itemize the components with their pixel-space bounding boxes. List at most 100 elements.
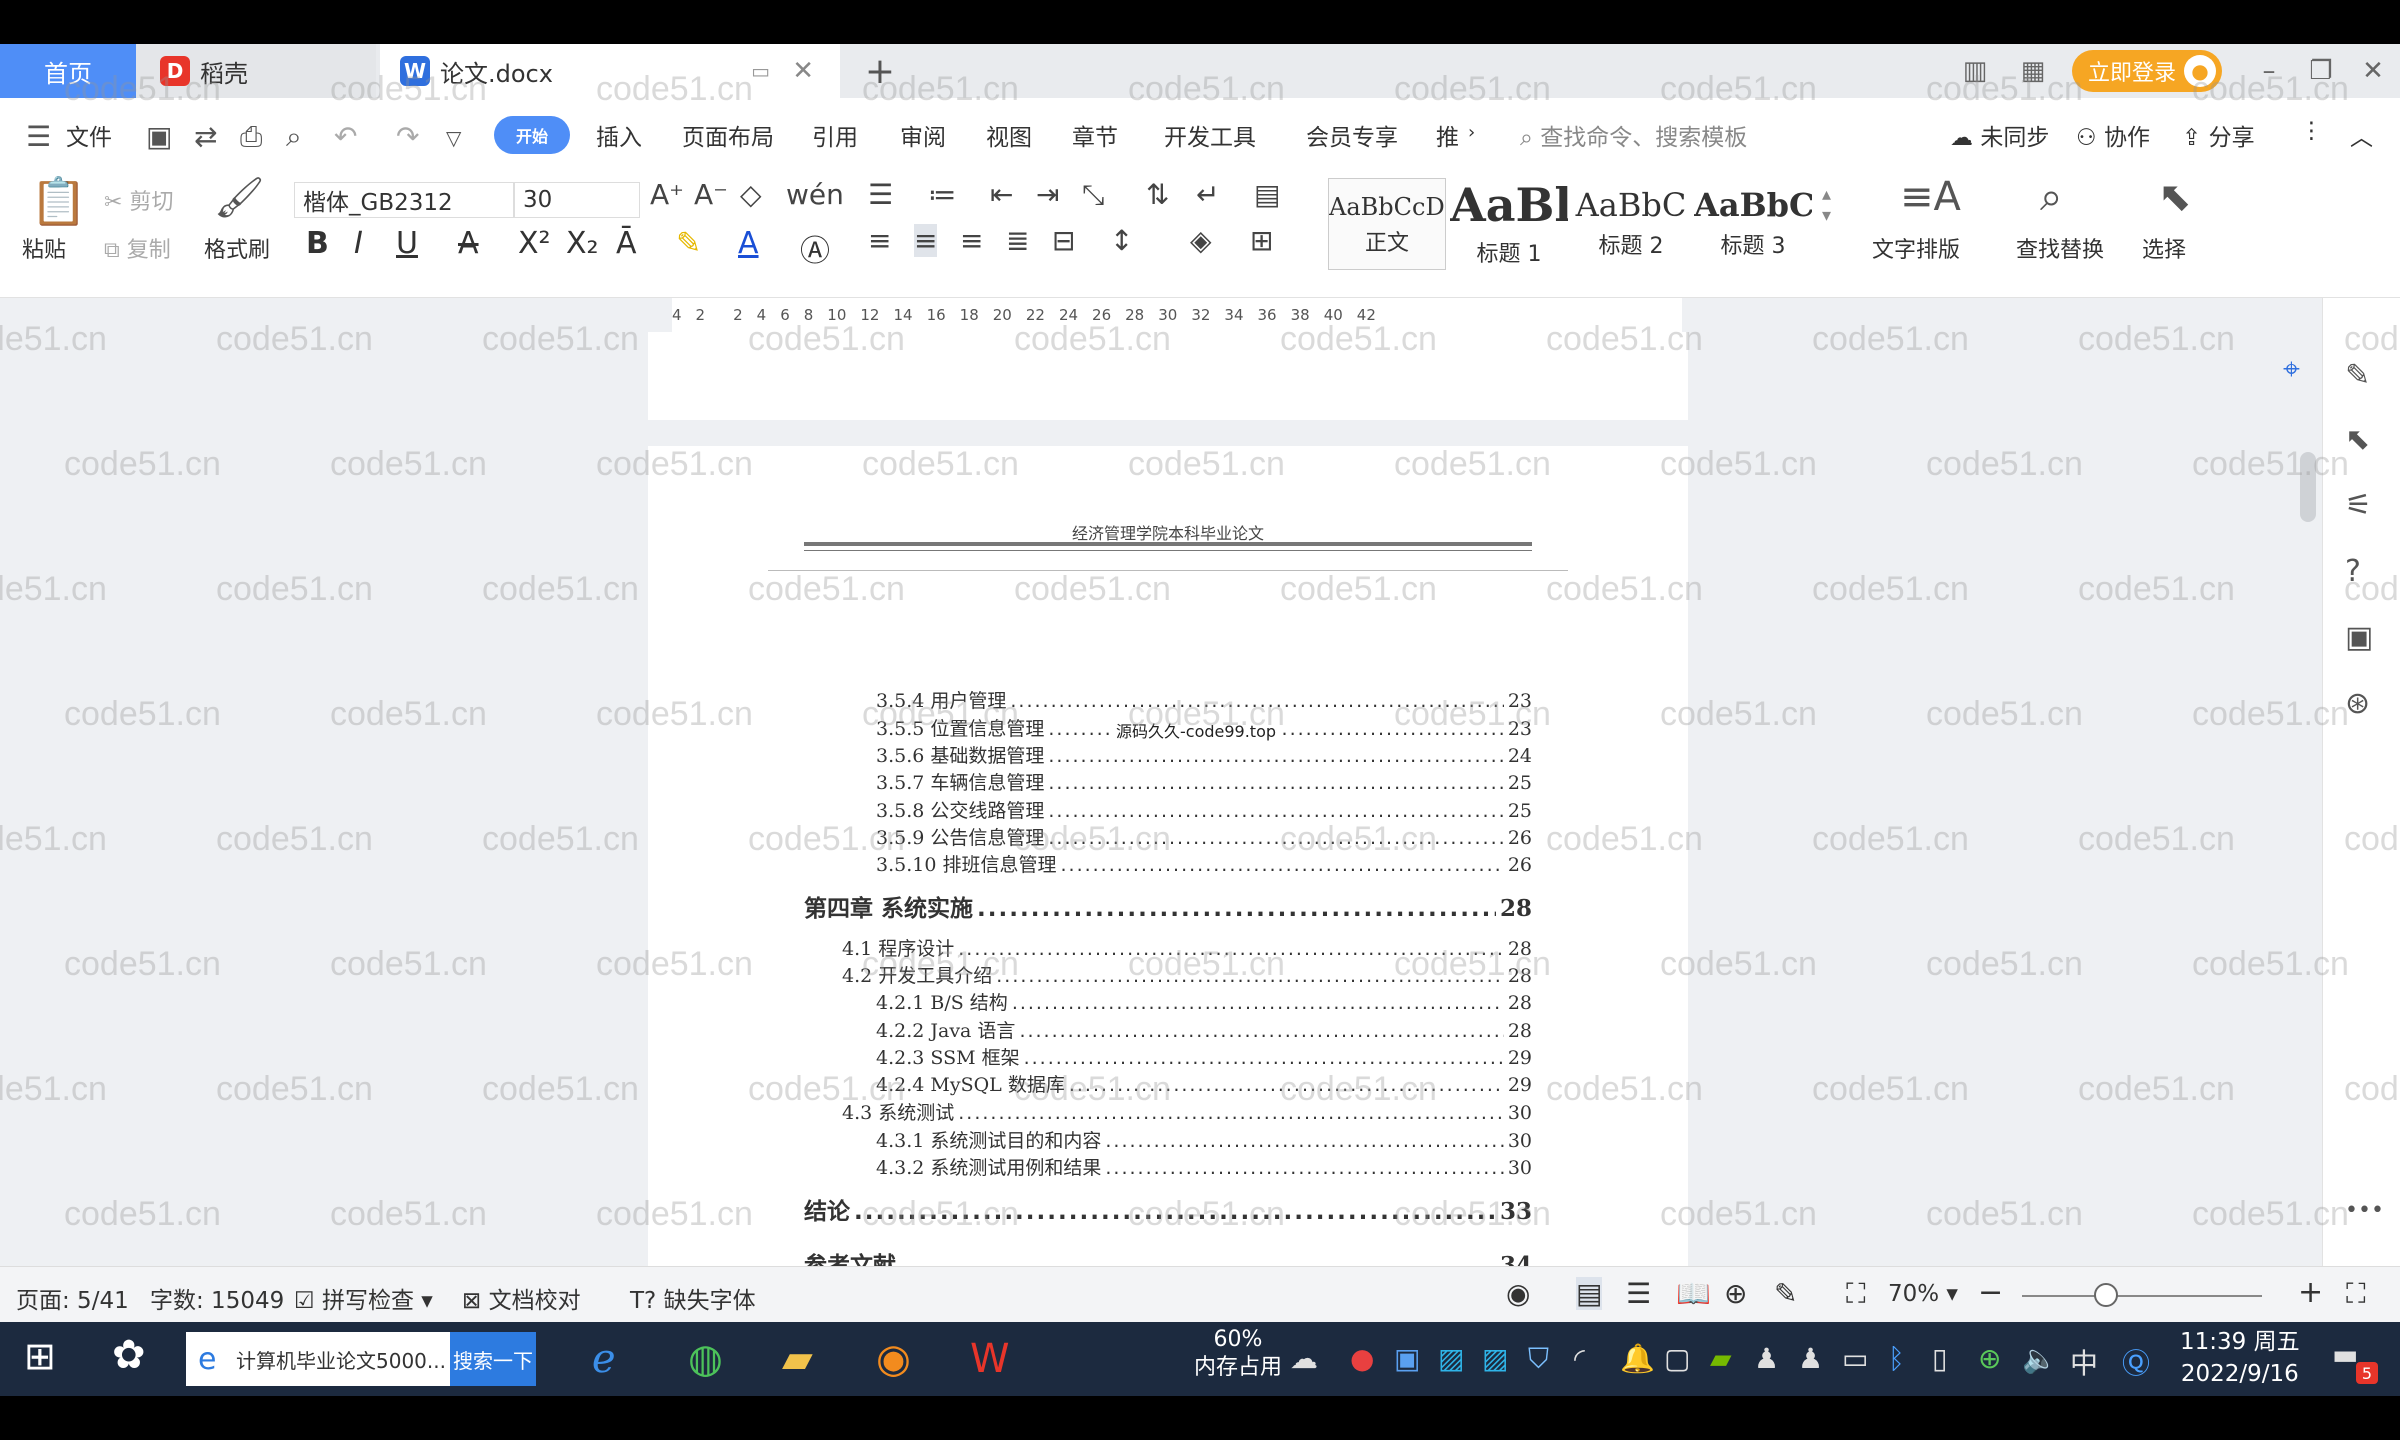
select-cursor-icon[interactable]: ⬉ (2158, 174, 2192, 220)
toc-entry[interactable]: 参考文献 34 (804, 1246, 1532, 1266)
toc-entry[interactable]: 4.2.4 MySQL 数据库 29 (876, 1070, 1532, 1097)
export-icon[interactable]: ⇄ (194, 120, 217, 153)
location-pin-icon[interactable]: ⌖ (2283, 352, 2300, 387)
close-window-icon[interactable]: ✕ (2348, 44, 2398, 98)
style-normal[interactable]: AaBbCcDd 正文 (1328, 178, 1446, 270)
redo-icon[interactable]: ↷ (396, 120, 419, 153)
scroll-thumb[interactable] (2300, 452, 2316, 522)
customize-toolbar-icon[interactable]: ▽ (446, 126, 461, 150)
tab-home[interactable]: 首页 (0, 44, 136, 98)
web-view-icon[interactable]: ⊕ (1724, 1277, 1747, 1310)
show-marks-icon[interactable]: ↵ (1196, 178, 1219, 211)
compass-icon[interactable]: ⊛ (2345, 686, 2370, 721)
format-painter-button[interactable]: 格式刷 (204, 232, 270, 264)
highlight-icon[interactable]: ✎ (676, 226, 701, 261)
zoom-out-icon[interactable]: − (1978, 1275, 2003, 1310)
toc-entry[interactable]: 4.2.3 SSM 框架 29 (876, 1043, 1532, 1070)
line-spacing-icon[interactable]: ↕ (1110, 224, 1133, 257)
numbered-list-icon[interactable]: ≔ (928, 178, 956, 211)
toc-entry[interactable]: 3.5.8 公交线路管理 25 (876, 796, 1532, 823)
window-float-icon[interactable]: ▭ (751, 59, 770, 83)
taskbar-search[interactable]: e 计算机毕业论文5000... 搜索一下 (186, 1332, 536, 1386)
image-icon[interactable]: ▣ (2345, 620, 2373, 655)
layout-icon[interactable]: ▥ (1950, 44, 2000, 98)
text-layout-icon[interactable]: ≡A (1900, 174, 1961, 220)
outline-view-icon[interactable]: ☰ (1626, 1277, 1651, 1310)
text-effect-icon[interactable]: Ā (616, 226, 637, 261)
menu-member[interactable]: 会员专享 (1306, 118, 1398, 152)
zoom-slider-handle[interactable] (2094, 1283, 2118, 1307)
strikethrough-icon[interactable]: A (458, 226, 479, 261)
paste-icon[interactable]: 📋 (30, 174, 87, 229)
align-center-icon[interactable]: ≡ (914, 224, 938, 257)
menu-references[interactable]: 引用 (812, 118, 858, 152)
style-heading-2[interactable]: AaBbC 标题 2 (1572, 178, 1690, 270)
borders-icon[interactable]: ⊞ (1250, 224, 1273, 257)
pen-icon[interactable]: ✎ (2345, 358, 2370, 393)
ie-browser-icon[interactable]: ℯ (592, 1336, 616, 1382)
align-left-icon[interactable]: ≡ (868, 224, 891, 257)
toc-entry[interactable]: 3.5.4 用户管理 23 (876, 686, 1532, 713)
paste-button[interactable]: 粘贴 (22, 232, 66, 264)
restore-icon[interactable]: ❐ (2296, 44, 2346, 98)
toc-entry[interactable]: 3.5.6 基础数据管理 24 (876, 741, 1532, 768)
tray-app-red-icon[interactable]: ● (1350, 1342, 1374, 1375)
tray-shield-icon[interactable]: ⛉ (1528, 1342, 1549, 1376)
nvidia-icon[interactable]: ▰ (1710, 1342, 1732, 1375)
settings-sliders-icon[interactable]: ⚟ (2345, 488, 2372, 523)
clock[interactable]: 11:39 周五 2022/9/16 (2180, 1326, 2300, 1390)
font-name-select[interactable]: 楷体_GB2312 (294, 182, 514, 218)
print-icon[interactable]: ⎙ (240, 120, 262, 154)
toc-entry[interactable]: 4.3 系统测试 30 (842, 1098, 1532, 1125)
tray-app-blue-icon[interactable]: ▣ (1394, 1342, 1420, 1375)
tab-document[interactable]: W 论文.docx ▭ ✕ (380, 44, 840, 98)
cursor-icon[interactable]: ⬉ (2345, 422, 2370, 457)
wifi-icon[interactable]: ◜ (1574, 1342, 1585, 1375)
windows-start-icon[interactable]: ⊞ (24, 1334, 56, 1378)
volume-icon[interactable]: 🔈 (2022, 1342, 2057, 1375)
bluetooth-icon[interactable]: ᛒ (1888, 1342, 1905, 1375)
app-launcher-icon[interactable]: ✿ (112, 1332, 146, 1378)
vertical-scrollbar[interactable] (2296, 332, 2322, 1266)
qq-icon[interactable]: ♟ (1754, 1342, 1779, 1375)
grow-font-icon[interactable]: A⁺ (650, 178, 684, 211)
save-icon[interactable]: ▣ (146, 120, 172, 153)
bullet-list-icon[interactable]: ☰ (868, 178, 893, 211)
zoom-select[interactable]: 70% ▾ (1888, 1281, 1958, 1307)
proofread-button[interactable]: ⊠ 文档校对 (462, 1281, 581, 1315)
toc-entry[interactable]: 3.5.9 公告信息管理 26 (876, 823, 1532, 850)
char-border-icon[interactable]: Ⓐ (800, 226, 830, 270)
menu-more[interactable]: 推 (1436, 118, 1459, 152)
document-page[interactable]: 经济管理学院本科毕业论文 3.5.4 用户管理233.5.5 位置信息管理233… (648, 446, 1688, 1266)
font-size-select[interactable]: 30 (514, 182, 640, 218)
menu-review[interactable]: 审阅 (900, 118, 946, 152)
cut-button[interactable]: ✂ 剪切 (104, 184, 173, 216)
word-count[interactable]: 字数: 15049 (150, 1281, 284, 1315)
action-center-icon[interactable]: ▬ (2332, 1338, 2358, 1371)
underline-icon[interactable]: U (396, 226, 418, 261)
login-button[interactable]: 立即登录 ● (2072, 50, 2222, 92)
help-icon[interactable]: ? (2345, 554, 2361, 589)
select-button[interactable]: 选择 (2142, 232, 2186, 264)
toc-entry[interactable]: 4.3.2 系统测试用例和结果 30 (876, 1153, 1532, 1180)
minimize-icon[interactable]: – (2244, 44, 2294, 98)
tray-q-icon[interactable]: Ⓠ (2122, 1342, 2150, 1382)
text-layout-button[interactable]: 文字排版 (1872, 232, 1960, 264)
tray-plus-icon[interactable]: ⊕ (1978, 1342, 2001, 1375)
zoom-slider[interactable] (2022, 1295, 2262, 1297)
usb-icon[interactable]: ▯ (1932, 1342, 1947, 1375)
menu-developer[interactable]: 开发工具 (1164, 118, 1256, 152)
styles-scroll-icon[interactable]: ▴ ▾ (1822, 184, 1831, 226)
spell-check-button[interactable]: ☑ 拼写检查 ▾ (294, 1281, 433, 1315)
toc-entry[interactable]: 第四章 系统实施 28 (804, 889, 1532, 923)
menu-insert[interactable]: 插入 (596, 118, 642, 152)
shading-icon[interactable]: ◈ (1190, 224, 1212, 257)
undo-icon[interactable]: ↶ (334, 120, 357, 153)
find-replace-button[interactable]: 查找替换 (2016, 232, 2104, 264)
hamburger-icon[interactable]: ☰ (26, 120, 51, 153)
collab-button[interactable]: ⚇ 协作 (2076, 118, 2150, 152)
command-search[interactable]: ⌕ 查找命令、搜索模板 (1520, 118, 1747, 152)
toc-entry[interactable]: 4.2.2 Java 语言 28 (876, 1016, 1532, 1043)
new-tab-button[interactable]: + (860, 44, 900, 98)
previous-page[interactable] (648, 332, 1688, 420)
